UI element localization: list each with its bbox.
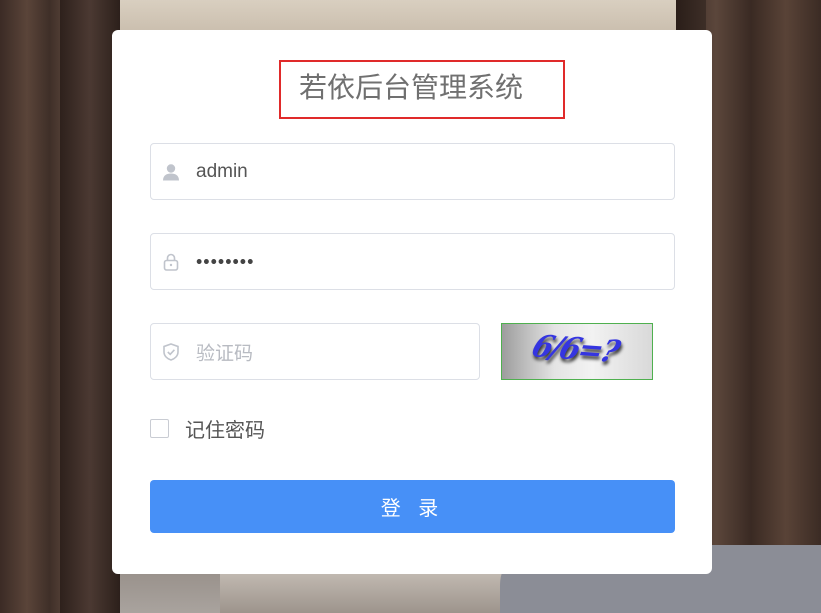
password-value: •••••••• <box>196 251 255 271</box>
remember-label: 记住密码 <box>185 419 265 442</box>
user-icon <box>161 162 181 182</box>
username-value: admin <box>196 160 248 182</box>
remember-password[interactable]: 记住密码 <box>150 416 265 442</box>
login-button[interactable]: 登 录 <box>150 480 675 533</box>
lock-icon <box>161 252 181 272</box>
captcha-field[interactable]: 验证码 <box>150 323 480 380</box>
door-frame-left <box>60 0 120 613</box>
captcha-placeholder: 验证码 <box>196 343 254 364</box>
page-title: 若依后台管理系统 <box>299 72 524 103</box>
shield-icon <box>161 342 181 362</box>
remember-checkbox[interactable] <box>150 418 169 438</box>
floor <box>220 570 510 613</box>
username-field[interactable]: admin <box>150 143 675 200</box>
captcha-image[interactable]: 6/6=? <box>501 323 653 380</box>
login-card: 若依后台管理系统 admin •••••••• 验证码 6/6=? 记住密码 登… <box>112 30 712 574</box>
captcha-code: 6/6=? <box>527 329 623 370</box>
password-field[interactable]: •••••••• <box>150 233 675 290</box>
